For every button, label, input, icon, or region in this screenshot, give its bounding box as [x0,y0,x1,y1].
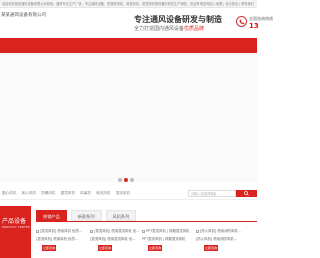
hot-search-item[interactable]: 防爆风机 [41,191,55,195]
tab-new-series[interactable]: 新款系列 [70,210,102,221]
phone-icon [236,16,247,27]
product-image-alt: PPT混流风机 | 排烟混流风机 [142,228,189,233]
consult-button[interactable]: 立即咨询 [98,245,112,251]
top-bar: 欢迎来到某某通风设备有限公司官网，通风专业生产厂家，专注通风设备、防爆排风机、管… [0,0,257,8]
product-image-alt: [混流风机] 低噪混流风机 优... [90,228,139,233]
tab-underline [36,221,257,222]
product-title[interactable]: [防火风机] 低噪消防风机... [196,236,237,241]
product-image-caption: PPT混流风机 | 排烟混流风机 [146,229,190,233]
hot-search-item[interactable]: 离心风机 [22,191,36,195]
hot-search-item[interactable]: 屋顶风机 [61,191,75,195]
product-category-box: 产品设备 PRODUCT CENTER [0,206,31,258]
search-button[interactable] [236,190,257,197]
tab-hot-products[interactable]: 热销产品 [36,210,67,221]
carousel-dots [118,178,134,182]
consult-button[interactable]: 立即咨询 [148,245,162,251]
consult-button[interactable]: 立即咨询 [42,245,56,251]
search-input[interactable]: 请输入关键词搜索 [188,190,236,197]
carousel-dot-active[interactable] [124,178,128,182]
hot-search-item[interactable]: 混流风机 [116,191,130,195]
slogan-sub-prefix: 全力打造国内通风设备 [134,26,185,32]
main-nav-bar [0,38,257,53]
consult-button[interactable]: 立即咨询 [204,245,218,251]
category-title: 产品设备 [2,218,27,225]
site-intro-text: 欢迎来到某某通风设备有限公司官网，通风专业生产厂家，专注通风设备、防爆排风机、管… [2,2,213,6]
carousel-dot[interactable] [118,178,122,182]
hotline-number[interactable]: 13 [249,22,259,30]
product-image-alt: [混流风机] 低噪风机 优质... [36,228,82,233]
top-links[interactable]: 加入收藏 | 设为首页 | 联系我们 [210,1,254,6]
product-image-caption: [混流风机] 低噪风机 优质... [40,229,82,233]
product-image-caption: [混流风机] 低噪混流风机 优... [94,229,140,233]
broken-image-icon [36,229,39,233]
company-name[interactable]: 某某通风设备有限公司 [1,12,46,18]
slogan-subtitle: 全力打造国内通风设备优质品牌 [134,25,204,32]
product-tabs: 热销产品 新款系列 风机系列 [36,210,140,221]
product-image-caption: [防火风机] 低噪消防风机... [200,229,241,233]
broken-image-icon [142,229,145,233]
slogan-sub-highlight: 优质品牌 [184,26,205,32]
broken-image-icon [90,229,93,233]
hot-search-item[interactable]: 风幕机 [80,191,91,195]
product-title[interactable]: [混流风机] 低噪混流风机 优... [90,236,135,241]
product-title[interactable]: PPT混流风机 | 排烟混流风机 [142,236,185,241]
search-icon [244,191,249,196]
product-image-alt: [防火风机] 低噪消防风机... [196,228,241,233]
hot-search-list: 圆心风机 离心风机 防爆风机 屋顶风机 风幕机 轴流风机 混流风机 [2,191,134,196]
banner-carousel[interactable] [0,53,257,183]
broken-image-icon [196,229,199,233]
hot-search-item[interactable]: 轴流风机 [96,191,110,195]
category-subtitle: PRODUCT CENTER [2,225,30,229]
slogan-title: 专注通风设备研发与制造 [134,15,222,24]
product-title[interactable]: [混流风机] 低噪风机 优质... [36,236,78,241]
product-card[interactable]: [防火风机] 低噪消防风机... [防火风机] 低噪消防风机... 立即咨询 [196,227,257,258]
carousel-dot[interactable] [130,178,134,182]
hot-search-item[interactable]: 圆心风机 [2,191,16,195]
hot-search-bar: 圆心风机 离心风机 防爆风机 屋顶风机 风幕机 轴流风机 混流风机 请输入关键词… [0,187,257,200]
tab-fan-series[interactable]: 风机系列 [105,210,137,221]
